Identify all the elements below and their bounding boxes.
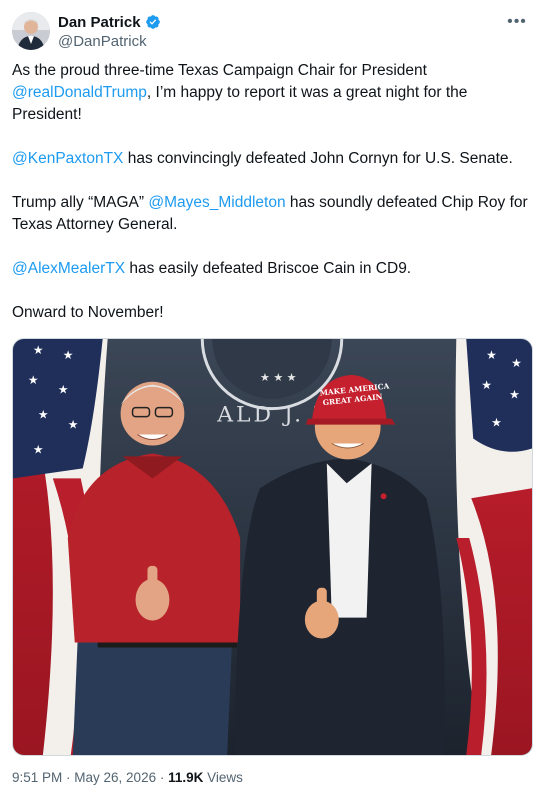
svg-text:★: ★	[511, 356, 522, 370]
mention-link[interactable]: @realDonaldTrump	[12, 84, 147, 101]
text: has easily defeated Briscoe Cain in CD9.	[125, 260, 412, 277]
tweet-photo[interactable]: ★ ★ ★ ALD J. T P ★ ★ ★ ★ ★ ★ ★ ★ ★ ★ ★ ★…	[12, 338, 533, 756]
paragraph-3: Trump ally “MAGA” @Mayes_Middleton has s…	[12, 192, 532, 236]
svg-text:★: ★	[33, 343, 44, 357]
mention-link[interactable]: @KenPaxtonTX	[12, 150, 123, 167]
svg-text:★ ★ ★: ★ ★ ★	[260, 371, 297, 384]
text: As the proud three-time Texas Campaign C…	[12, 62, 427, 79]
author-names: Dan Patrick @DanPatrick	[58, 12, 161, 50]
svg-text:★: ★	[38, 408, 49, 422]
svg-text:★: ★	[33, 442, 44, 456]
verified-badge-icon	[145, 14, 161, 30]
paragraph-2: @KenPaxtonTX has convincingly defeated J…	[12, 148, 532, 170]
more-options-icon[interactable]: •••	[506, 12, 528, 32]
svg-text:★: ★	[28, 373, 39, 387]
views-count: 11.9K	[168, 770, 204, 785]
separator: ·	[156, 770, 169, 785]
display-name-row: Dan Patrick	[58, 12, 161, 32]
paragraph-4: @AlexMealerTX has easily defeated Brisco…	[12, 258, 532, 280]
mention-link[interactable]: @AlexMealerTX	[12, 260, 125, 277]
tweet: Dan Patrick @DanPatrick ••• As the proud…	[0, 0, 544, 800]
photo-illustration: ★ ★ ★ ALD J. T P ★ ★ ★★ ★★ ★ ★★ ★★ ★ MAK…	[13, 339, 532, 755]
mention-link[interactable]: @Mayes_Middleton	[148, 194, 285, 211]
tweet-text: As the proud three-time Texas Campaign C…	[12, 60, 532, 346]
paragraph-5: Onward to November!	[12, 302, 532, 324]
text: Trump ally “MAGA”	[12, 194, 149, 211]
post-time[interactable]: 9:51 PM	[12, 770, 62, 785]
paragraph-1: As the proud three-time Texas Campaign C…	[12, 60, 532, 126]
display-name[interactable]: Dan Patrick	[58, 14, 141, 31]
svg-text:★: ★	[58, 383, 69, 397]
svg-text:★: ★	[68, 418, 79, 432]
separator: ·	[62, 770, 75, 785]
tweet-meta: 9:51 PM · May 26, 2026 · 11.9K Views	[12, 770, 243, 785]
handle[interactable]: @DanPatrick	[58, 33, 161, 50]
svg-text:★: ★	[486, 348, 497, 362]
svg-text:★: ★	[509, 388, 520, 402]
text: Onward to November!	[12, 304, 164, 321]
svg-text:★: ★	[491, 416, 502, 430]
tweet-header: Dan Patrick @DanPatrick •••	[12, 12, 532, 52]
views-label: Views	[203, 770, 243, 785]
post-date[interactable]: May 26, 2026	[74, 770, 156, 785]
svg-text:★: ★	[481, 378, 492, 392]
text: has convincingly defeated John Cornyn fo…	[123, 150, 513, 167]
svg-text:★: ★	[63, 348, 74, 362]
avatar[interactable]	[12, 12, 50, 50]
